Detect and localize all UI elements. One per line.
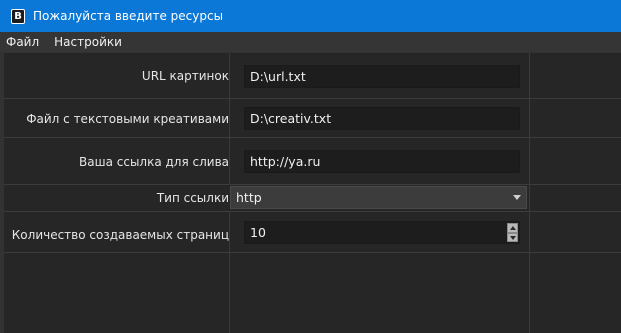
url-input[interactable]: D:\url.txt [244,65,520,88]
pages-label: Количество создаваемых страниц [11,228,229,242]
column-divider [529,99,530,137]
menu-settings[interactable]: Настройки [46,35,129,49]
menu-bar: Файл Настройки [0,32,621,52]
column-divider [529,53,530,98]
form-row-pages: Количество создаваемых страниц 10 [4,212,621,253]
spin-up-icon[interactable] [507,223,518,233]
link-type-select[interactable]: http [230,186,527,209]
link-type-label: Тип ссылки [156,191,229,205]
spin-down-icon[interactable] [507,232,518,242]
link-type-value: http [236,190,262,205]
creatives-label: Файл с текстовыми креативами [26,112,229,126]
column-divider [529,138,530,184]
creatives-input[interactable]: D:\creativ.txt [244,107,520,130]
form-row-creatives: Файл с текстовыми креативами D:\creativ.… [4,99,621,138]
url-label: URL картинок [141,69,229,83]
form-row-url: URL картинок D:\url.txt [4,53,621,99]
column-divider [229,138,230,184]
column-divider [529,185,530,211]
chevron-down-icon [513,195,521,200]
column-divider [229,99,230,137]
pages-spinbox[interactable]: 10 [244,221,520,244]
spin-buttons [507,223,518,242]
form-row-link-type: Тип ссылки http [4,185,621,212]
pages-value: 10 [250,225,266,240]
link-input[interactable]: http://ya.ru [244,150,520,173]
column-divider [529,253,530,333]
app-b-icon: B [11,8,25,24]
link-label: Ваша ссылка для слива [79,155,229,169]
window-title: Пожалуйста введите ресурсы [33,9,224,23]
resource-form: URL картинок D:\url.txt Файл с текстовым… [4,53,621,333]
window-titlebar: B Пожалуйста введите ресурсы [0,0,621,32]
column-divider [229,53,230,98]
column-divider [529,212,530,252]
form-row-link: Ваша ссылка для слива http://ya.ru [4,138,621,185]
menu-file[interactable]: Файл [0,35,46,49]
column-divider [229,212,230,252]
column-divider [229,253,230,333]
